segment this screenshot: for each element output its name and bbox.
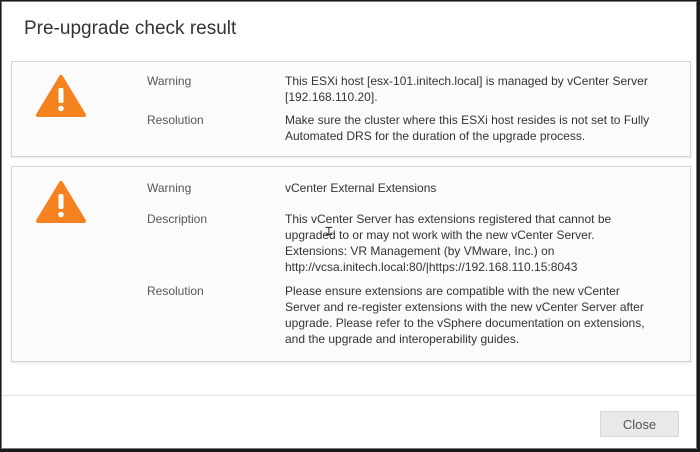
description-label: Description: [147, 212, 208, 226]
warning-triangle-icon: [36, 181, 86, 223]
text-line: Make sure the cluster where this ESXi ho…: [285, 113, 650, 127]
resolution-text: Make sure the cluster where this ESXi ho…: [285, 112, 680, 144]
warning-text: vCenter External Extensions: [285, 180, 680, 196]
text-line: Extensions: VR Management (by VMware, In…: [285, 244, 555, 258]
text-line: [192.168.110.20].: [285, 90, 378, 104]
text-cursor-icon: ⌶: [325, 224, 333, 239]
text-line: http://vcsa.initech.local:80/|https://19…: [285, 260, 578, 274]
description-text: This vCenter Server has extensions regis…: [285, 211, 680, 275]
warning-triangle-icon: [36, 75, 86, 117]
pre-upgrade-check-dialog: Pre-upgrade check result Warning This ES…: [1, 1, 697, 449]
close-button[interactable]: Close: [600, 411, 679, 437]
resolution-label: Resolution: [147, 113, 204, 127]
text-line: This ESXi host [esx-101.initech.local] i…: [285, 74, 648, 88]
resolution-label: Resolution: [147, 284, 204, 298]
warning-text: This ESXi host [esx-101.initech.local] i…: [285, 73, 680, 105]
text-line: upgrade. Please refer to the vSphere doc…: [285, 316, 645, 330]
text-line: Automated DRS for the duration of the up…: [285, 129, 586, 143]
text-line: Please ensure extensions are compatible …: [285, 284, 620, 298]
dialog-title: Pre-upgrade check result: [24, 18, 237, 39]
text-line: This vCenter Server has extensions regis…: [285, 212, 612, 226]
warning-label: Warning: [147, 181, 192, 195]
check-result-card: Warning This ESXi host [esx-101.initech.…: [11, 61, 691, 157]
text-line: vCenter External Extensions: [285, 181, 437, 195]
footer-divider: [2, 395, 696, 396]
text-line: upgraded to or may not work with the new…: [285, 228, 595, 242]
text-line: and the upgrade and interoperability gui…: [285, 332, 520, 346]
check-result-card: Warning vCenter External Extensions Desc…: [11, 166, 691, 362]
resolution-text: Please ensure extensions are compatible …: [285, 283, 680, 347]
text-line: Server and re-register extensions with t…: [285, 300, 644, 314]
warning-label: Warning: [147, 74, 192, 88]
